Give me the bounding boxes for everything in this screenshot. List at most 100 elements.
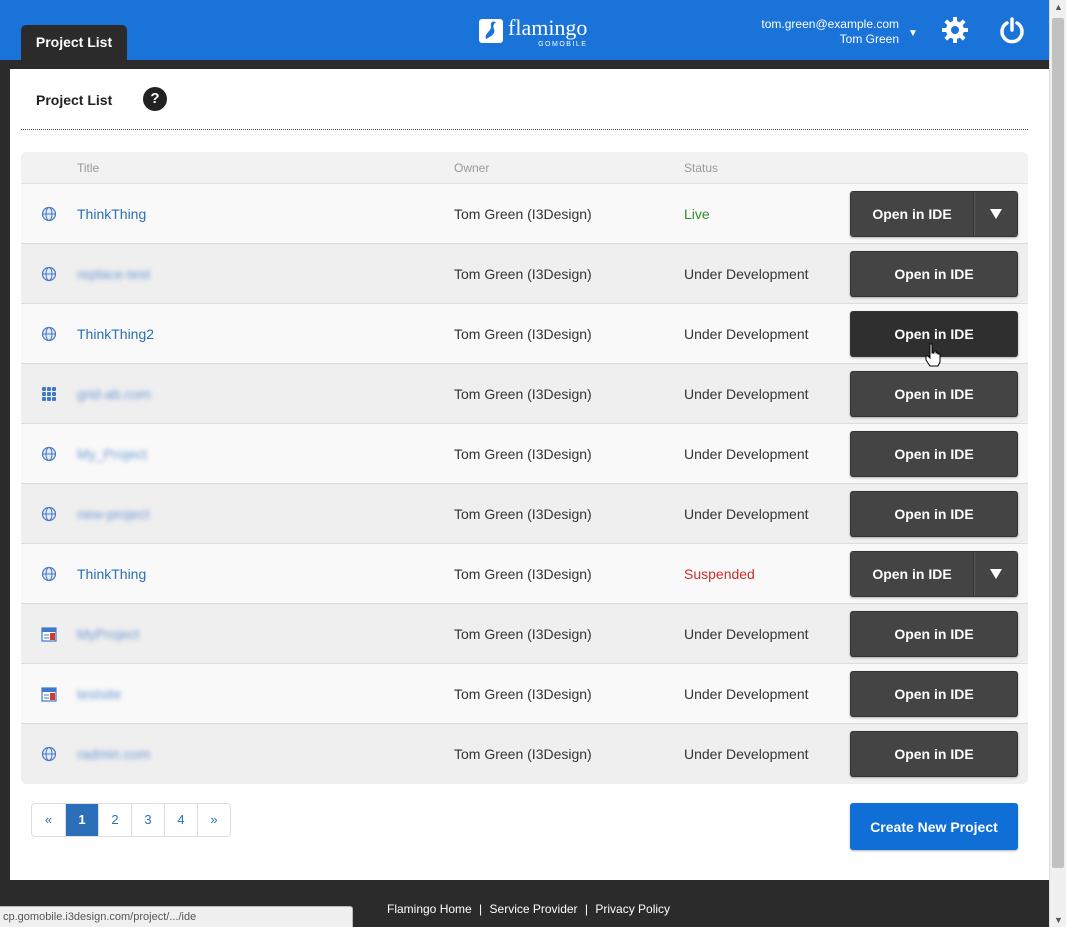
create-new-project-button[interactable]: Create New Project	[850, 803, 1018, 850]
project-status: Under Development	[684, 625, 809, 642]
project-owner: Tom Green (I3Design)	[454, 445, 592, 462]
pagination-page-4[interactable]: 4	[164, 804, 197, 836]
open-in-ide-button[interactable]: Open in IDE	[850, 670, 1018, 717]
pagination-page-2[interactable]: 2	[98, 804, 131, 836]
project-title-link[interactable]: ThinkThing	[77, 206, 146, 222]
column-owner: Owner	[454, 160, 490, 175]
calendar-icon	[21, 686, 77, 702]
project-owner: Tom Green (I3Design)	[454, 746, 592, 762]
pagination-prev[interactable]: «	[32, 804, 65, 836]
project-owner: Tom Green (I3Design)	[454, 205, 592, 222]
table-row: MyProject Tom Green (I3Design) Under Dev…	[21, 604, 1028, 664]
hand-cursor-icon	[925, 343, 941, 367]
project-owner: Tom Green (I3Design)	[454, 625, 592, 642]
header-underline	[0, 60, 1049, 69]
divider	[21, 129, 1028, 130]
project-status: Under Development	[684, 385, 809, 402]
page-title: Project List	[36, 92, 113, 108]
gear-icon[interactable]	[941, 16, 969, 44]
table-row: ThinkThing Tom Green (I3Design) Live Ope…	[21, 184, 1028, 244]
open-in-ide-button[interactable]: Open in IDE	[850, 490, 1018, 537]
project-title-link[interactable]: new-project	[77, 506, 149, 522]
open-in-ide-split-button: Open in IDE	[850, 190, 1018, 237]
open-in-ide-button[interactable]: Open in IDE	[851, 191, 974, 236]
scroll-up-icon[interactable]: ▲	[1054, 2, 1063, 12]
column-title: Title	[77, 160, 100, 175]
caret-down-icon	[990, 208, 1002, 219]
vertical-scrollbar[interactable]: ▲ ▼	[1049, 0, 1066, 927]
column-status: Status	[684, 160, 719, 175]
help-icon[interactable]: ?	[143, 87, 167, 111]
table-body: ThinkThing Tom Green (I3Design) Live Ope…	[21, 184, 1028, 784]
footer-link-service-provider[interactable]: Service Provider	[490, 902, 578, 916]
project-title-link[interactable]: radmin.com	[77, 746, 150, 762]
table-header: Title Owner Status	[21, 152, 1028, 184]
table-row: replace-test Tom Green (I3Design) Under …	[21, 244, 1028, 304]
project-owner: Tom Green (I3Design)	[454, 505, 592, 522]
footer-separator: |	[479, 902, 483, 916]
open-in-ide-button[interactable]: Open in IDE	[851, 551, 974, 596]
table-row: new-project Tom Green (I3Design) Under D…	[21, 484, 1028, 544]
pagination: « 1 2 3 4 »	[31, 803, 231, 837]
project-title-link[interactable]: testsite	[77, 686, 121, 702]
open-in-ide-button[interactable]: Open in IDE	[850, 370, 1018, 417]
scroll-down-icon[interactable]: ▼	[1054, 915, 1063, 925]
globe-icon	[21, 446, 77, 462]
user-email: tom.green@example.com	[761, 17, 899, 31]
power-icon[interactable]	[998, 16, 1026, 44]
flamingo-logo-icon	[479, 19, 503, 43]
pagination-page-3[interactable]: 3	[131, 804, 164, 836]
project-owner: Tom Green (I3Design)	[454, 565, 592, 582]
logo-subtitle: GOMOBILE	[538, 41, 588, 48]
project-title-link[interactable]: MyProject	[77, 626, 139, 642]
top-navbar: Project List flamingo GOMOBILE tom.green…	[0, 0, 1049, 62]
pagination-page-1[interactable]: 1	[65, 804, 98, 836]
project-owner: Tom Green (I3Design)	[454, 385, 592, 402]
globe-icon	[21, 566, 77, 582]
footer-links: Flamingo Home | Service Provider | Priva…	[387, 902, 670, 916]
open-in-ide-button[interactable]: Open in IDE	[850, 250, 1018, 297]
project-title-link[interactable]: My_Project	[77, 446, 147, 462]
footer-link-home[interactable]: Flamingo Home	[387, 902, 472, 916]
globe-icon	[21, 746, 77, 762]
globe-icon	[21, 506, 77, 522]
globe-icon	[21, 206, 77, 222]
table-row: grid-ab.com Tom Green (I3Design) Under D…	[21, 364, 1028, 424]
project-owner: Tom Green (I3Design)	[454, 325, 592, 342]
scrollbar-thumb[interactable]	[1052, 18, 1064, 868]
caret-down-icon	[990, 568, 1002, 579]
project-status: Under Development	[684, 505, 809, 522]
project-title-link[interactable]: ThinkThing2	[77, 326, 154, 342]
logo-word: flamingo	[508, 15, 588, 40]
flamingo-logo[interactable]: flamingo GOMOBILE	[478, 15, 587, 55]
table-row: testsite Tom Green (I3Design) Under Deve…	[21, 664, 1028, 724]
user-name: Tom Green	[839, 32, 899, 46]
project-status: Suspended	[684, 565, 755, 582]
open-in-ide-button[interactable]: Open in IDE	[850, 610, 1018, 657]
dropdown-toggle[interactable]	[974, 551, 1017, 596]
project-title-link[interactable]: grid-ab.com	[77, 386, 151, 402]
project-owner: Tom Green (I3Design)	[454, 265, 592, 282]
project-status: Under Development	[684, 746, 809, 762]
project-owner: Tom Green (I3Design)	[454, 685, 592, 702]
footer-link-privacy[interactable]: Privacy Policy	[595, 902, 670, 916]
globe-icon	[21, 326, 77, 342]
open-in-ide-button[interactable]: Open in IDE	[850, 731, 1018, 777]
open-in-ide-button[interactable]: Open in IDE	[850, 430, 1018, 477]
tab-project-list[interactable]: Project List	[21, 25, 127, 62]
table-row: ThinkThing2 Tom Green (I3Design) Under D…	[21, 304, 1028, 364]
pagination-next[interactable]: »	[197, 804, 230, 836]
grid-icon	[21, 386, 77, 402]
project-title-link[interactable]: replace-test	[77, 266, 150, 282]
user-menu[interactable]: tom.green@example.com Tom Green	[761, 17, 899, 47]
project-status: Under Development	[684, 445, 809, 462]
project-status: Live	[684, 205, 710, 222]
projects-table: Title Owner Status ThinkThing Tom Green …	[21, 152, 1028, 784]
globe-icon	[21, 266, 77, 282]
open-in-ide-split-button: Open in IDE	[850, 550, 1018, 597]
footer-separator: |	[584, 902, 589, 916]
project-title-link[interactable]: ThinkThing	[77, 566, 146, 582]
caret-down-icon[interactable]: ▼	[908, 28, 918, 39]
project-status: Under Development	[684, 325, 809, 342]
dropdown-toggle[interactable]	[974, 191, 1017, 236]
